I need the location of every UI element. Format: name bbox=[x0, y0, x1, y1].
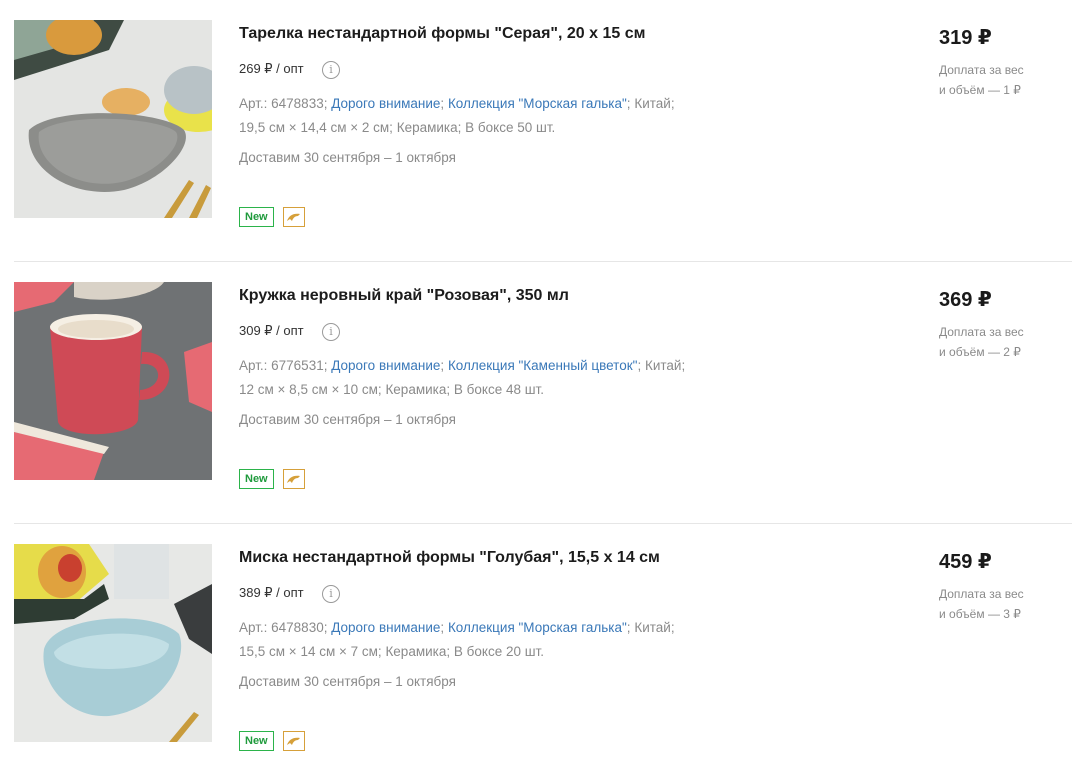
product-title[interactable]: Тарелка нестандартной формы "Серая", 20 … bbox=[239, 25, 645, 43]
weight-surcharge: Доплата за вес и объём — 1 ₽ bbox=[939, 60, 1049, 100]
country: Китай; bbox=[644, 358, 686, 373]
country: Китай; bbox=[634, 96, 675, 111]
brand-link[interactable]: Дорого внимание bbox=[331, 358, 440, 373]
info-icon[interactable]: i bbox=[322, 585, 340, 603]
product-price: 459 ₽ bbox=[939, 551, 992, 573]
material: Керамика; bbox=[396, 120, 462, 135]
material: Керамика; bbox=[385, 382, 451, 397]
article-number: Арт.: 6478830; bbox=[239, 620, 328, 635]
product-price: 369 ₽ bbox=[939, 289, 992, 311]
new-badge: New bbox=[239, 207, 274, 227]
new-badge: New bbox=[239, 731, 274, 751]
surcharge-label: Доплата за вес bbox=[939, 63, 1024, 77]
product-title[interactable]: Миска нестандартной формы "Голубая", 15,… bbox=[239, 549, 660, 567]
surcharge-label: Доплата за вес bbox=[939, 325, 1024, 339]
product-card[interactable]: Тарелка нестандартной формы "Серая", 20 … bbox=[0, 0, 1072, 262]
product-list: Тарелка нестандартной формы "Серая", 20 … bbox=[0, 0, 1072, 768]
product-title[interactable]: Кружка неровный край "Розовая", 350 мл bbox=[239, 287, 569, 305]
wholesale-price: 389 ₽ / опт bbox=[239, 585, 304, 600]
product-meta: Арт.: 6478830; Дорого внимание; Коллекци… bbox=[239, 620, 675, 659]
delivery-date: Доставим 30 сентября – 1 октября bbox=[239, 150, 456, 165]
info-icon[interactable]: i bbox=[322, 61, 340, 79]
article-number: Арт.: 6478833; bbox=[239, 96, 328, 111]
dolphin-icon bbox=[287, 475, 300, 483]
info-icon[interactable]: i bbox=[322, 323, 340, 341]
delivery-date: Доставим 30 сентября – 1 октября bbox=[239, 674, 456, 689]
wholesale-price: 309 ₽ / опт bbox=[239, 323, 304, 338]
delivery-date: Доставим 30 сентября – 1 октября bbox=[239, 412, 456, 427]
mug-photo bbox=[14, 282, 212, 480]
collection-link[interactable]: Коллекция "Морская галька" bbox=[448, 620, 627, 635]
product-image-plate[interactable] bbox=[14, 20, 212, 218]
product-meta: Арт.: 6776531; Дорого внимание; Коллекци… bbox=[239, 358, 686, 397]
brand-link[interactable]: Дорого внимание bbox=[331, 96, 440, 111]
dimensions: 12 см × 8,5 см × 10 см; bbox=[239, 382, 382, 397]
new-badge: New bbox=[239, 469, 274, 489]
collection-link[interactable]: Коллекция "Каменный цветок" bbox=[448, 358, 638, 373]
brand-link[interactable]: Дорого внимание bbox=[331, 620, 440, 635]
article-number: Арт.: 6776531; bbox=[239, 358, 328, 373]
surcharge-value: и объём — 3 ₽ bbox=[939, 607, 1021, 621]
surcharge-label: Доплата за вес bbox=[939, 587, 1024, 601]
weight-surcharge: Доплата за вес и объём — 3 ₽ bbox=[939, 584, 1049, 624]
surcharge-value: и объём — 1 ₽ bbox=[939, 83, 1021, 97]
product-card[interactable]: Миска нестандартной формы "Голубая", 15,… bbox=[0, 524, 1072, 768]
country: Китай; bbox=[634, 620, 675, 635]
dimensions: 19,5 см × 14,4 см × 2 см; bbox=[239, 120, 393, 135]
dolphin-icon bbox=[287, 213, 300, 221]
box-quantity: В боксе 20 шт. bbox=[453, 644, 544, 659]
dimensions: 15,5 см × 14 см × 7 см; bbox=[239, 644, 382, 659]
product-image-bowl[interactable] bbox=[14, 544, 212, 742]
plate-photo bbox=[14, 20, 212, 218]
product-price: 319 ₽ bbox=[939, 27, 992, 49]
product-image-mug[interactable] bbox=[14, 282, 212, 480]
product-meta: Арт.: 6478833; Дорого внимание; Коллекци… bbox=[239, 96, 675, 135]
collection-link[interactable]: Коллекция "Морская галька" bbox=[448, 96, 627, 111]
brand-badge bbox=[283, 731, 305, 751]
product-card[interactable]: Кружка неровный край "Розовая", 350 мл 3… bbox=[0, 262, 1072, 524]
wholesale-price: 269 ₽ / опт bbox=[239, 61, 304, 76]
brand-badge bbox=[283, 207, 305, 227]
brand-badge bbox=[283, 469, 305, 489]
box-quantity: В боксе 50 шт. bbox=[465, 120, 556, 135]
weight-surcharge: Доплата за вес и объём — 2 ₽ bbox=[939, 322, 1049, 362]
box-quantity: В боксе 48 шт. bbox=[453, 382, 544, 397]
bowl-photo bbox=[14, 544, 212, 742]
dolphin-icon bbox=[287, 737, 300, 745]
surcharge-value: и объём — 2 ₽ bbox=[939, 345, 1021, 359]
material: Керамика; bbox=[385, 644, 451, 659]
